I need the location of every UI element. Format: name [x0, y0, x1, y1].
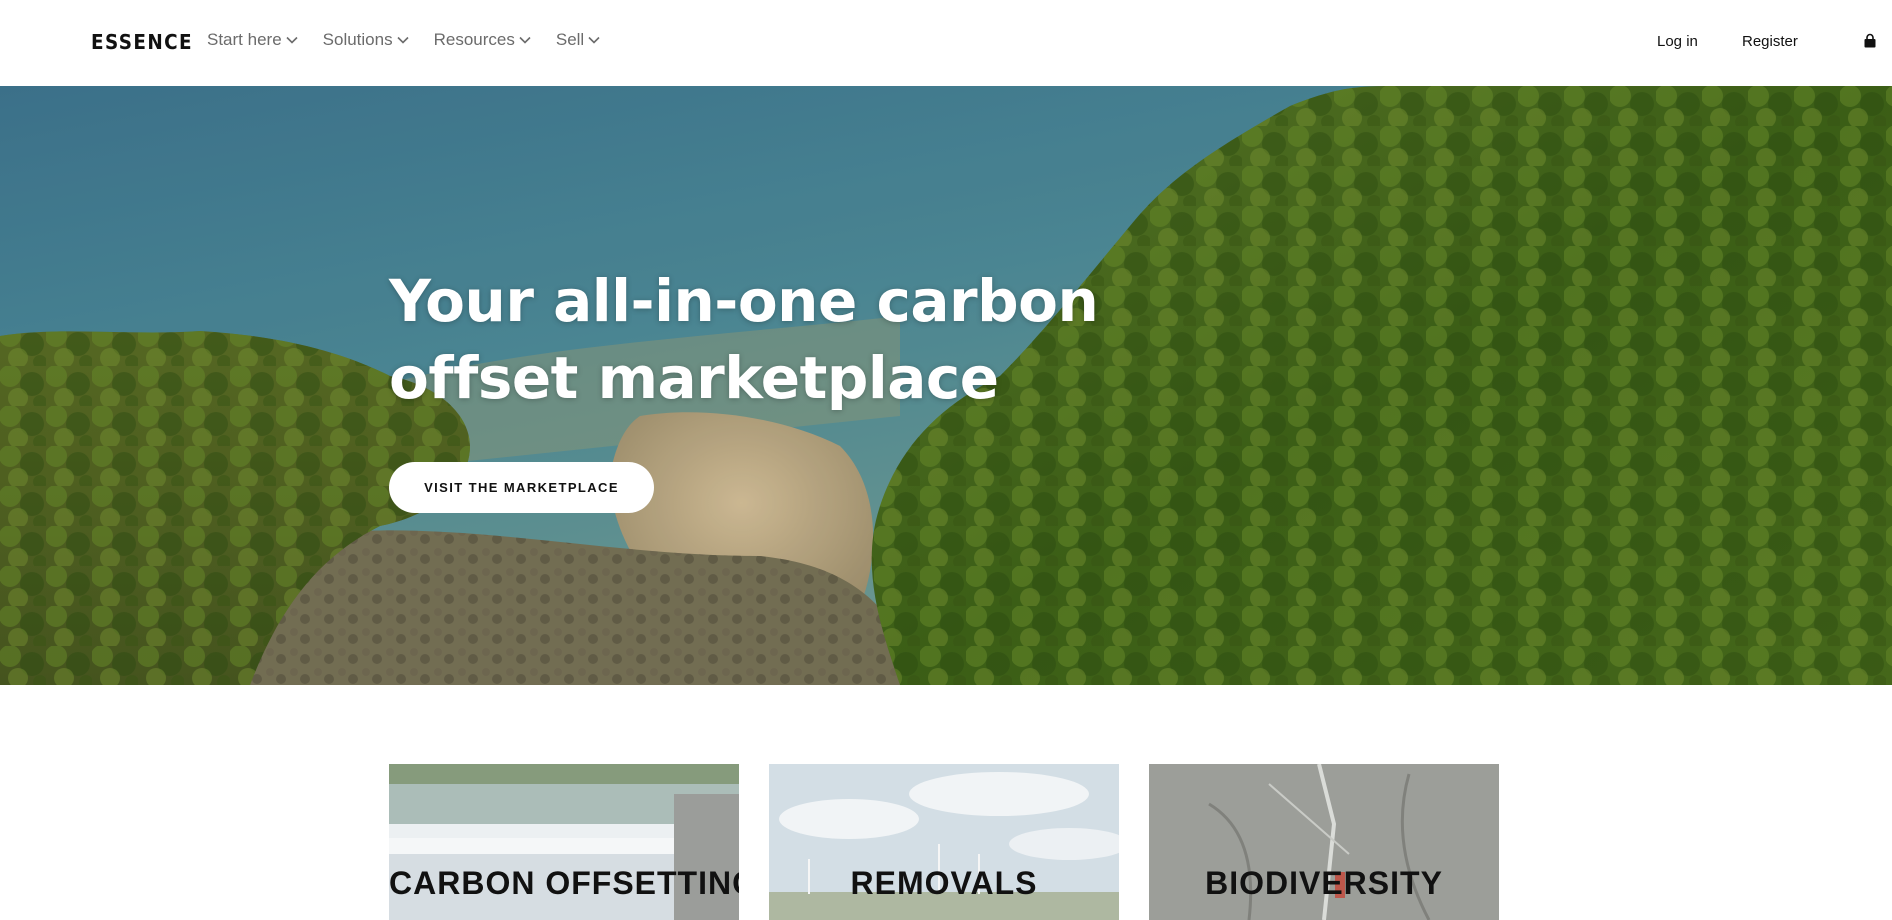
- nav-solutions-label: Solutions: [322, 30, 393, 49]
- register-link[interactable]: Register: [1742, 33, 1798, 50]
- nav-start-here[interactable]: Start here: [207, 30, 299, 50]
- card-label: CARBON OFFSETTING: [389, 865, 739, 901]
- chevron-down-icon: [396, 35, 410, 45]
- login-link[interactable]: Log in: [1657, 33, 1698, 50]
- chevron-down-icon: [587, 35, 601, 45]
- site-header: ESSENCE Start here Solutions Resources S…: [0, 0, 1892, 86]
- card-carbon-offsetting[interactable]: CARBON OFFSETTING: [389, 764, 739, 920]
- chevron-down-icon: [285, 35, 299, 45]
- chevron-down-icon: [518, 35, 532, 45]
- main-nav: Start here Solutions Resources Sell: [207, 30, 601, 50]
- shopping-bag-icon[interactable]: [1862, 33, 1878, 49]
- nav-resources-label: Resources: [433, 30, 515, 49]
- card-biodiversity[interactable]: BIODIVERSITY: [1149, 764, 1499, 920]
- nav-start-here-label: Start here: [207, 30, 282, 49]
- nav-sell-label: Sell: [555, 30, 585, 49]
- card-label: BIODIVERSITY: [1205, 865, 1443, 901]
- card-label: REMOVALS: [850, 865, 1038, 901]
- nav-solutions[interactable]: Solutions: [323, 30, 410, 50]
- visit-marketplace-button[interactable]: VISIT THE MARKETPLACE: [389, 462, 654, 513]
- hero-title: Your all-in-one carbon offset marketplac…: [389, 267, 1099, 412]
- site-logo[interactable]: ESSENCE: [91, 30, 193, 54]
- category-cards: CARBON OFFSETTING REMOVALS BIODIVERSITY: [389, 764, 1499, 920]
- nav-sell[interactable]: Sell: [556, 30, 601, 50]
- hero-banner: Your all-in-one carbon offset marketplac…: [0, 86, 1892, 685]
- nav-resources[interactable]: Resources: [434, 30, 532, 50]
- card-removals[interactable]: REMOVALS: [769, 764, 1119, 920]
